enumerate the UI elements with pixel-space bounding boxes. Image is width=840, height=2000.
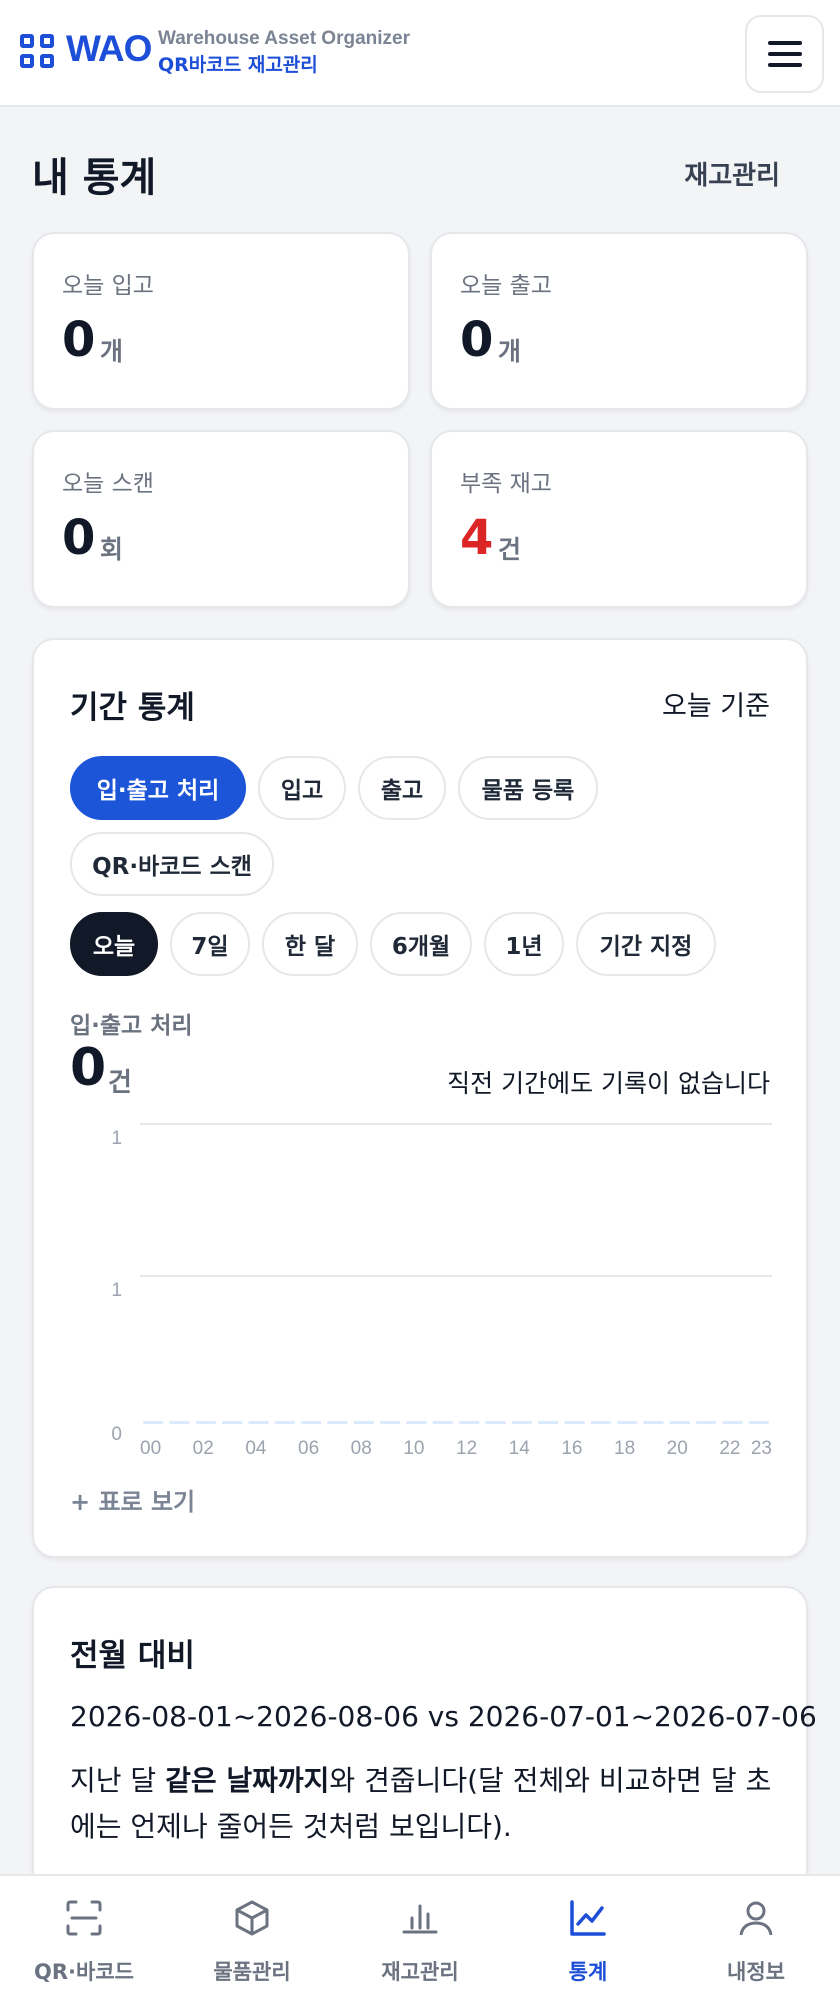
x-tick-label: 23 (751, 1438, 772, 1459)
bar (380, 1421, 401, 1424)
logo-text[interactable]: WAO (66, 28, 152, 70)
hourly-chart: 11000 02 04 06 08 10 12 14 16 18 20 22 23 (111, 1123, 772, 1459)
x-tick-label: 00 (140, 1438, 161, 1459)
y-tick-label: 1 (111, 1128, 122, 1149)
stat-label: 오늘 출고 (460, 273, 552, 299)
x-tick-label: 02 (193, 1438, 214, 1459)
logo-subtitle-en: Warehouse Asset Organizer (158, 28, 411, 49)
bar (248, 1421, 269, 1424)
bar (485, 1421, 506, 1424)
x-tick-label: 06 (298, 1438, 319, 1459)
compare-description: 지난 달 같은 날짜까지와 견줍니다(달 전체와 비교하면 달 초에는 언제나 … (70, 1758, 790, 1850)
bar (511, 1421, 532, 1424)
nav-item-profile[interactable]: 내정보 (672, 1876, 840, 2000)
bar (327, 1421, 348, 1424)
stat-label: 오늘 스캔 (62, 471, 154, 497)
stat-label: 부족 재고 (460, 471, 552, 497)
x-tick-label: 18 (614, 1438, 635, 1459)
bar (564, 1421, 585, 1424)
desc-emphasis: 같은 날짜까지 (165, 1764, 330, 1797)
menu-button[interactable] (745, 15, 824, 93)
x-tick-label: 12 (456, 1438, 477, 1459)
bar (748, 1421, 769, 1424)
bar (590, 1421, 611, 1424)
bar (274, 1421, 295, 1424)
stat-unit: 건 (498, 535, 522, 564)
bar (459, 1421, 480, 1424)
nav-item-stats[interactable]: 통계 (504, 1876, 672, 2000)
stat-card-today-in: 오늘 입고 0 개 (32, 232, 410, 410)
nav-item-qr[interactable]: QR·바코드 (0, 1876, 168, 2000)
nav-label: 통계 (568, 1960, 608, 1984)
inventory-link[interactable]: 재고관리 (684, 155, 780, 192)
bar (669, 1421, 690, 1424)
x-tick-label: 04 (245, 1438, 267, 1459)
bar-chart-icon (402, 1904, 438, 1934)
bar (643, 1421, 664, 1424)
bar (301, 1421, 322, 1424)
nav-label: 내정보 (727, 1960, 785, 1984)
box-icon (235, 1900, 269, 1936)
bar (222, 1421, 243, 1424)
stat-value: 0 (62, 312, 96, 368)
period-stats-card: 기간 통계 오늘 기준 입·출고 처리 입고 출고 물품 등록 QR·바코드 스… (32, 638, 808, 1558)
hamburger-line (768, 52, 802, 56)
x-tick-label: 10 (403, 1438, 424, 1459)
bar (538, 1421, 559, 1424)
bar (143, 1421, 164, 1424)
bar (722, 1421, 743, 1424)
nav-label: 재고관리 (381, 1960, 459, 1984)
scan-icon (66, 1900, 102, 1936)
bar (432, 1421, 453, 1424)
x-tick-label: 14 (509, 1438, 531, 1459)
stat-unit: 회 (100, 535, 124, 564)
show-table-toggle[interactable]: + 표로 보기 (70, 1482, 195, 1517)
hamburger-line (768, 63, 802, 67)
bar (696, 1421, 717, 1424)
logo-grid-icon[interactable] (20, 34, 56, 70)
nav-item-items[interactable]: 물품관리 (168, 1876, 336, 2000)
nav-label: QR·바코드 (34, 1960, 134, 1984)
bottom-nav: QR·바코드 물품관리 재고관리 통계 내정보 (0, 1874, 840, 2000)
hamburger-menu-icon (768, 41, 802, 45)
bar (406, 1421, 427, 1424)
x-tick-label: 22 (719, 1438, 740, 1459)
stat-value: 0 (62, 510, 96, 566)
desc-part: 지난 달 (70, 1764, 166, 1797)
logo-subtitle-ko: QR바코드 재고관리 (158, 54, 318, 76)
line-chart-icon (570, 1900, 606, 1936)
y-tick-label: 0 (111, 1424, 122, 1445)
stat-value: 0 (460, 312, 494, 368)
stat-value: 4 (460, 510, 494, 566)
x-tick-label: 20 (667, 1438, 688, 1459)
bar (169, 1421, 190, 1424)
compare-range: 2026-08-01~2026-08-06 vs 2026-07-01~2026… (70, 1700, 817, 1733)
bar (353, 1421, 374, 1424)
stat-card-today-out: 오늘 출고 0 개 (430, 232, 808, 410)
y-tick-label: 1 (111, 1280, 122, 1301)
section-title: 전월 대비 (70, 1638, 195, 1674)
stat-unit: 개 (498, 337, 522, 366)
bar (617, 1421, 638, 1424)
stat-unit: 개 (100, 337, 124, 366)
user-icon (739, 1901, 773, 1936)
x-tick-label: 16 (561, 1438, 582, 1459)
page-title: 내 통계 (32, 155, 157, 201)
x-tick-label: 08 (351, 1438, 372, 1459)
bar (195, 1421, 216, 1424)
nav-label: 물품관리 (213, 1960, 291, 1984)
nav-item-inventory[interactable]: 재고관리 (336, 1876, 504, 2000)
app-header: WAO Warehouse Asset Organizer QR바코드 재고관리 (0, 0, 840, 107)
stat-card-today-scan: 오늘 스캔 0 회 (32, 430, 410, 608)
stat-card-low-stock[interactable]: 부족 재고 4 건 (430, 430, 808, 608)
stat-label: 오늘 입고 (62, 273, 154, 299)
